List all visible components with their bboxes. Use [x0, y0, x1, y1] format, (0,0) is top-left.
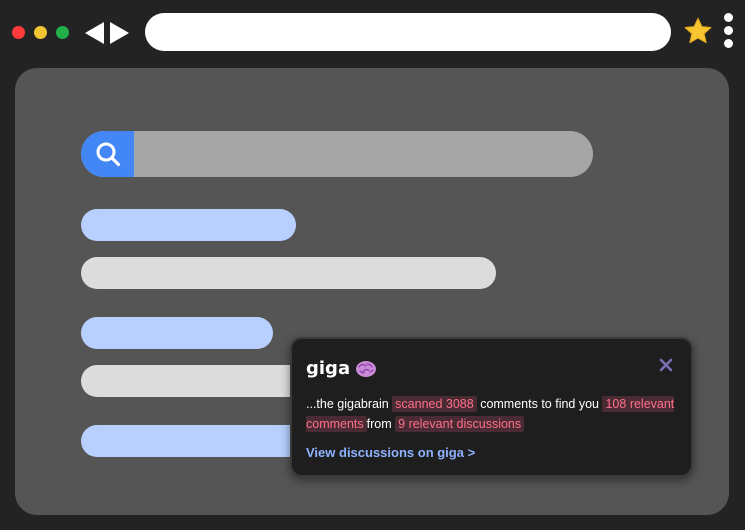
close-icon[interactable]: [658, 357, 674, 373]
summary-intro: ...the gigabrain: [306, 397, 393, 411]
browser-window: giga ...the gigabrain scanned 3088 comme…: [0, 0, 745, 530]
result-title-placeholder: [81, 317, 273, 349]
close-window-dot[interactable]: [12, 26, 25, 39]
search-bar[interactable]: [81, 131, 593, 177]
summary-mid: comments to find you: [476, 397, 603, 411]
relevant-discussions-highlight: 9 relevant discussions: [395, 416, 525, 432]
forward-arrow-icon[interactable]: [110, 22, 129, 44]
result-snippet-placeholder: [81, 257, 496, 289]
scanned-count-highlight: scanned 3088: [392, 396, 477, 412]
back-arrow-icon[interactable]: [85, 22, 104, 44]
address-bar[interactable]: [145, 13, 671, 51]
popup-summary: ...the gigabrain scanned 3088 comments t…: [306, 394, 686, 434]
popup-title: giga: [306, 358, 377, 379]
summary-from: from: [366, 417, 396, 431]
minimize-window-dot[interactable]: [34, 26, 47, 39]
giga-popup: giga ...the gigabrain scanned 3088 comme…: [290, 337, 693, 477]
view-discussions-link[interactable]: View discussions on giga >: [306, 445, 475, 460]
result-title-placeholder: [81, 209, 296, 241]
search-icon: [96, 142, 120, 167]
maximize-window-dot[interactable]: [56, 26, 69, 39]
popup-title-text: giga: [306, 358, 351, 379]
star-icon[interactable]: [682, 14, 714, 48]
brain-icon: [356, 360, 377, 377]
kebab-menu-icon[interactable]: [724, 13, 734, 53]
search-button[interactable]: [81, 131, 134, 177]
